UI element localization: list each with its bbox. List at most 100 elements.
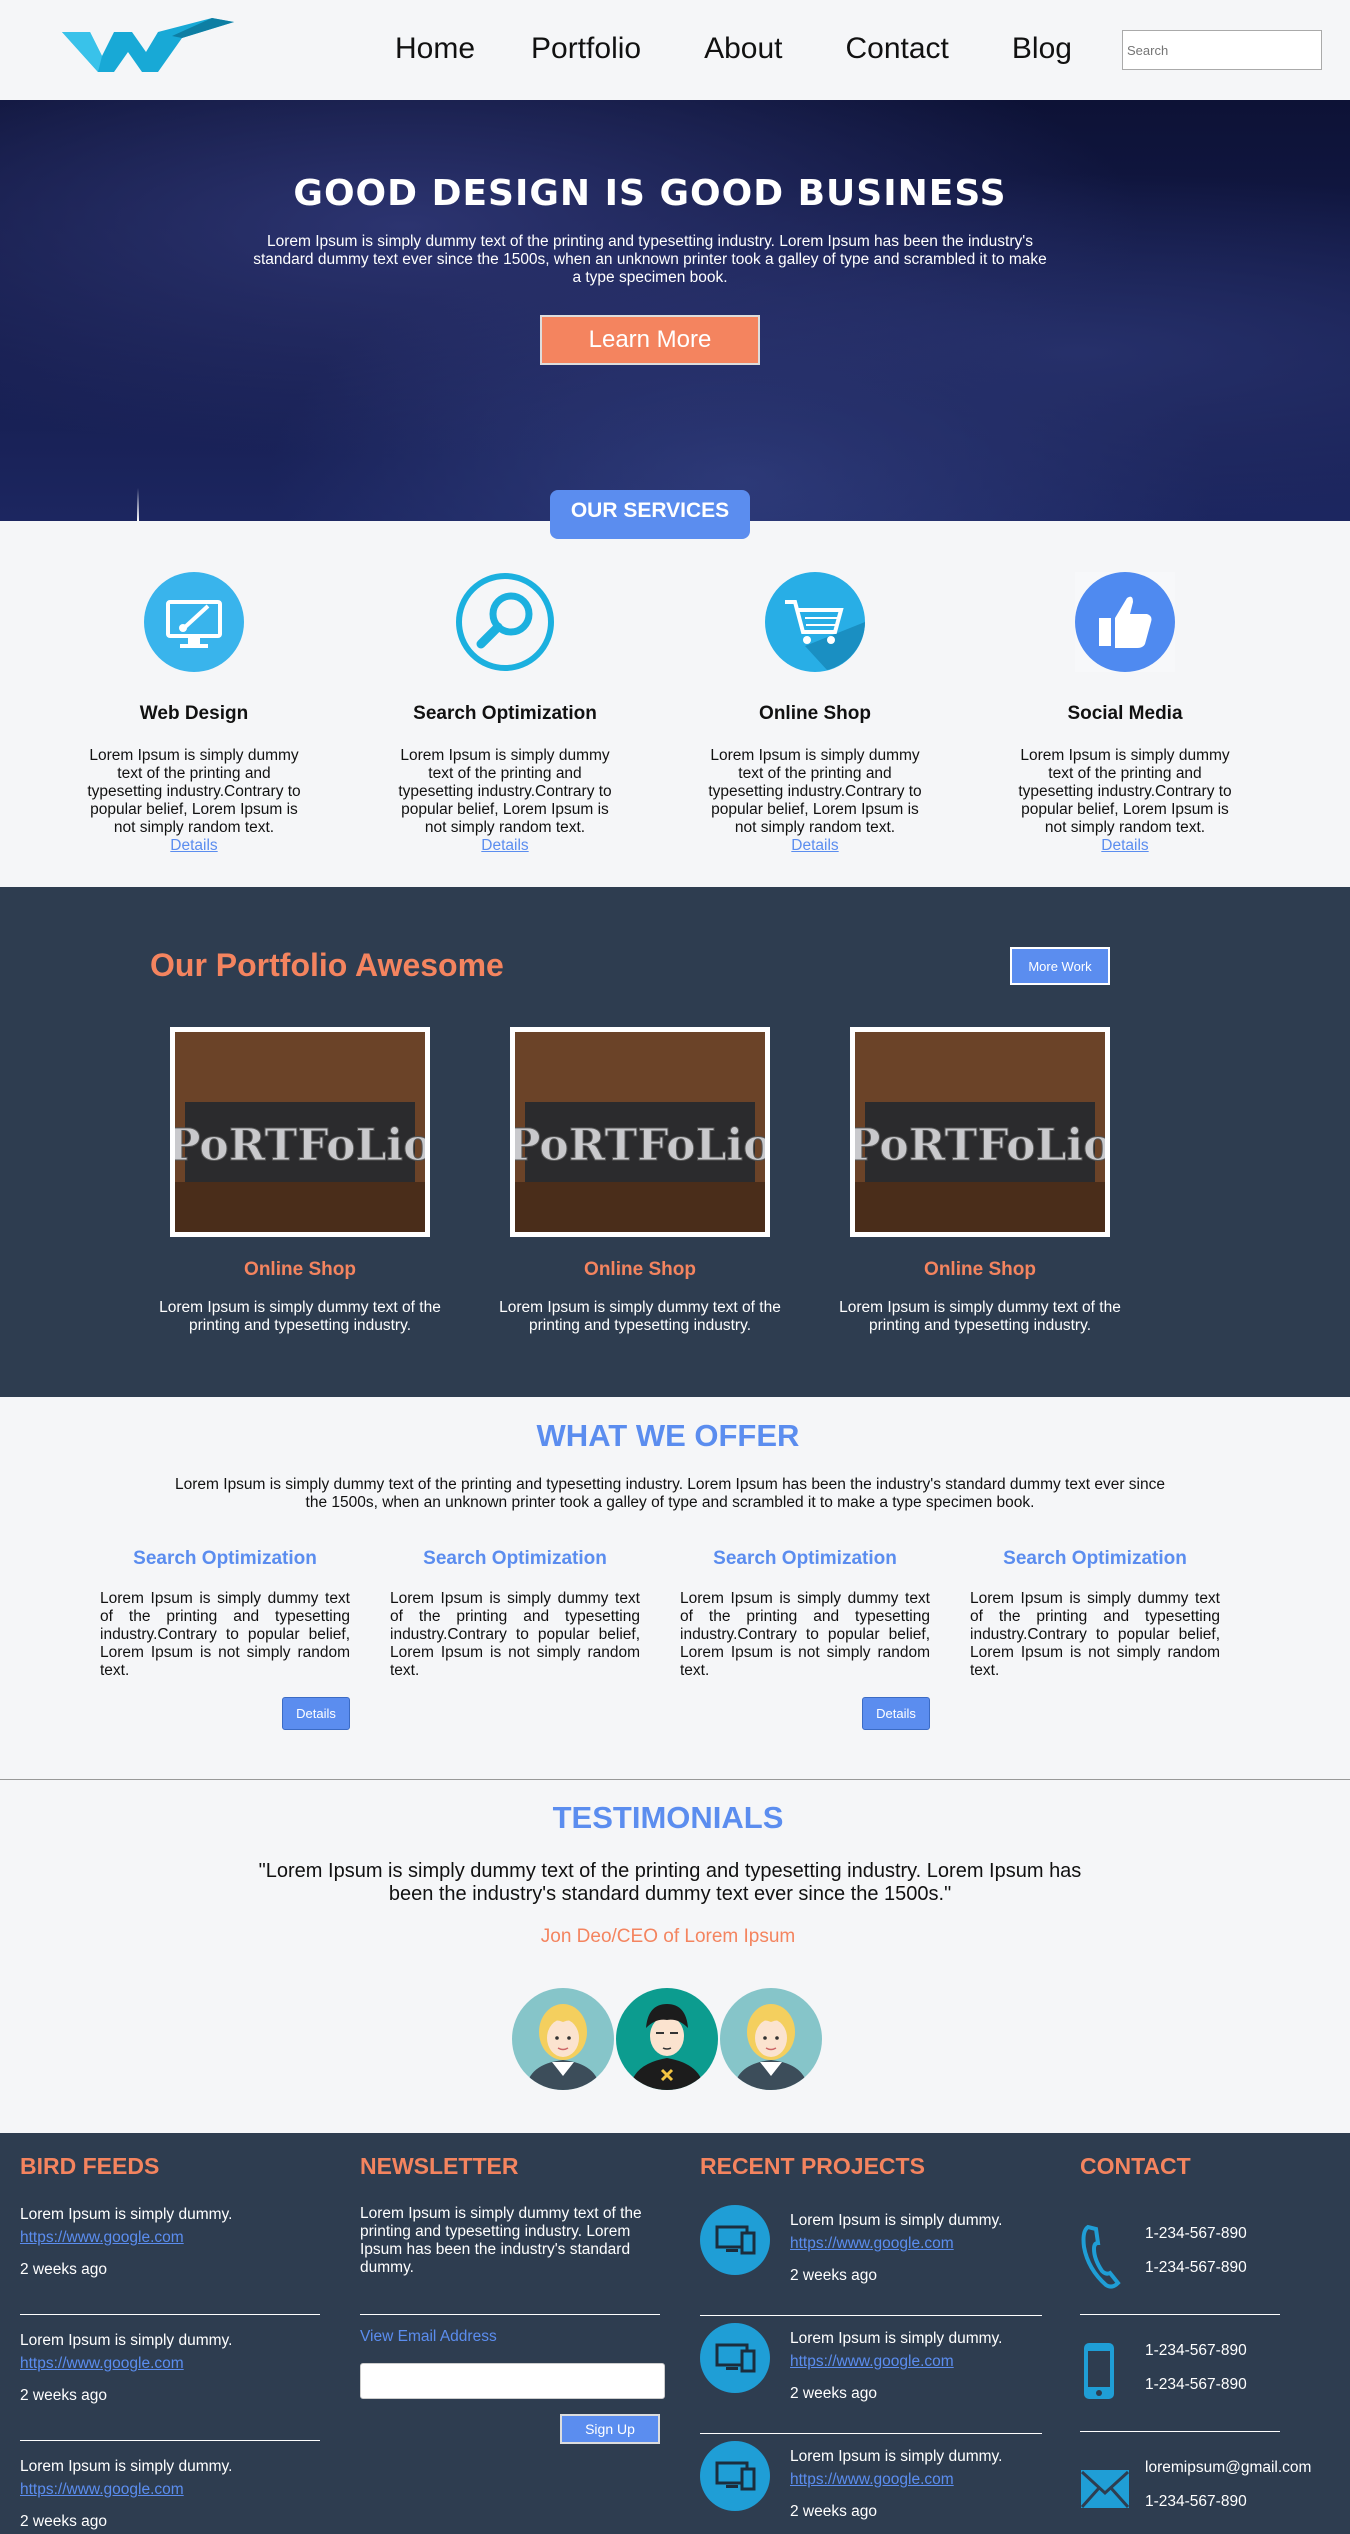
mobile-phone-icon: [1084, 2343, 1114, 2399]
bird-feeds-title: BIRD FEEDS: [20, 2153, 160, 2179]
devices-icon: [700, 2323, 770, 2393]
service-social-media: Social Media Lorem Ipsum is simply dummy…: [1015, 572, 1235, 855]
offer-item-text: Lorem Ipsum is simply dummy text of the …: [970, 1590, 1220, 1679]
contact-email-phone: 1-234-567-890: [1145, 2493, 1247, 2510]
service-details-link[interactable]: Details: [1015, 837, 1235, 855]
project-divider: [700, 2315, 1042, 2316]
portfolio-image-word: PoRTFoLio: [855, 1120, 1105, 1171]
contact-divider: [1080, 2431, 1280, 2432]
feed-time: 2 weeks ago: [20, 2387, 108, 2404]
service-web-design: Web Design Lorem Ipsum is simply dummy t…: [84, 572, 304, 855]
email-field[interactable]: [360, 2363, 665, 2399]
offer-item-title: Search Optimization: [423, 1548, 607, 1569]
service-title: Web Design: [139, 703, 249, 724]
portfolio-name: Online Shop: [924, 1259, 1036, 1280]
devices-icon: [700, 2205, 770, 2275]
portfolio-section: Our Portfolio Awesome More Work PoRTFoLi…: [0, 887, 1350, 1397]
sign-up-button[interactable]: Sign Up: [560, 2414, 660, 2444]
offer-text: Lorem Ipsum is simply dummy text of the …: [175, 1476, 1165, 1511]
portfolio-item: PoRTFoLio Online Shop Lorem Ipsum is sim…: [830, 1027, 1130, 1335]
offer-item-title: Search Optimization: [1003, 1548, 1187, 1569]
portfolio-item: PoRTFoLio Online Shop Lorem Ipsum is sim…: [150, 1027, 450, 1335]
newsletter-text: Lorem Ipsum is simply dummy text of the …: [360, 2205, 642, 2276]
email-label: View Email Address: [360, 2328, 497, 2345]
feed-link[interactable]: https://www.google.com: [20, 2226, 320, 2249]
thumbs-up-icon: [1075, 572, 1175, 672]
brush-monitor-icon: [144, 572, 244, 672]
recent-projects-title: RECENT PROJECTS: [700, 2153, 925, 2179]
envelope-icon: [1080, 2470, 1130, 2509]
portfolio-image-word: PoRTFoLio: [175, 1120, 425, 1171]
dark-hair-man-avatar-icon[interactable]: [616, 1988, 718, 2090]
feed-item: Lorem Ipsum is simply dummy. https://www…: [20, 2455, 320, 2533]
project-divider: [700, 2433, 1042, 2434]
newsletter-divider: [360, 2314, 660, 2315]
service-details-link[interactable]: Details: [84, 837, 304, 855]
contact-title: CONTACT: [1080, 2153, 1191, 2179]
site-footer: BIRD FEEDS Lorem Ipsum is simply dummy. …: [0, 2133, 1350, 2534]
more-work-button[interactable]: More Work: [1010, 947, 1110, 985]
contact-phones: 1-234-567-890 1-234-567-890: [1145, 2225, 1247, 2293]
service-title: Online Shop: [759, 703, 871, 724]
portfolio-image[interactable]: PoRTFoLio: [170, 1027, 430, 1237]
offer-item-text: Lorem Ipsum is simply dummy text of the …: [390, 1590, 640, 1679]
contact-divider: [1080, 2314, 1280, 2315]
portfolio-image[interactable]: PoRTFoLio: [510, 1027, 770, 1237]
blonde-woman-avatar-icon[interactable]: [512, 1988, 614, 2090]
portfolio-image[interactable]: PoRTFoLio: [850, 1027, 1110, 1237]
portfolio-name: Online Shop: [584, 1259, 696, 1280]
project-link[interactable]: https://www.google.com: [790, 2232, 1050, 2255]
portfolio-text: Lorem Ipsum is simply dummy text of the …: [839, 1299, 1121, 1334]
portfolio-title: Our Portfolio Awesome: [150, 947, 504, 983]
contact-email: loremipsum@gmail.com: [1145, 2459, 1312, 2476]
services-heading: OUR SERVICES: [550, 490, 750, 539]
feed-link[interactable]: https://www.google.com: [20, 2352, 320, 2375]
project-text: Lorem Ipsum is simply dummy.: [790, 2212, 1003, 2229]
offer-item: Search Optimization Lorem Ipsum is simpl…: [100, 1548, 350, 1680]
feed-text: Lorem Ipsum is simply dummy.: [20, 2458, 233, 2475]
magnifier-icon: [456, 573, 554, 671]
service-details-link[interactable]: Details: [395, 837, 615, 855]
offer-details-button[interactable]: Details: [862, 1697, 930, 1730]
nav-portfolio[interactable]: Portfolio: [531, 32, 641, 66]
project-item: Lorem Ipsum is simply dummy. https://www…: [790, 2209, 1050, 2287]
devices-icon: [700, 2441, 770, 2511]
feed-link[interactable]: https://www.google.com: [20, 2478, 320, 2501]
project-link[interactable]: https://www.google.com: [790, 2468, 1050, 2491]
service-details-link[interactable]: Details: [705, 837, 925, 855]
feed-text: Lorem Ipsum is simply dummy.: [20, 2332, 233, 2349]
learn-more-button[interactable]: Learn More: [540, 315, 760, 365]
feed-divider: [20, 2440, 320, 2441]
logo-w-icon[interactable]: [62, 18, 237, 74]
search-input[interactable]: [1122, 30, 1322, 70]
feed-text: Lorem Ipsum is simply dummy.: [20, 2206, 233, 2223]
blonde-woman-avatar-icon[interactable]: [720, 1988, 822, 2090]
portfolio-item: PoRTFoLio Online Shop Lorem Ipsum is sim…: [490, 1027, 790, 1335]
service-title: Social Media: [1067, 703, 1183, 724]
nav-blog[interactable]: Blog: [1012, 32, 1072, 66]
feed-time: 2 weeks ago: [20, 2513, 108, 2530]
portfolio-text: Lorem Ipsum is simply dummy text of the …: [499, 1299, 781, 1334]
section-divider: [0, 1779, 1350, 1780]
project-time: 2 weeks ago: [790, 2385, 878, 2402]
mobile-number: 1-234-567-890: [1145, 2342, 1247, 2359]
nav-contact[interactable]: Contact: [846, 32, 949, 66]
service-text: Lorem Ipsum is simply dummy text of the …: [1018, 747, 1232, 836]
hero-text: Lorem Ipsum is simply dummy text of the …: [253, 233, 1047, 286]
offer-item: Search Optimization Lorem Ipsum is simpl…: [390, 1548, 640, 1680]
phone-number: 1-234-567-890: [1145, 2225, 1247, 2242]
newsletter-title: NEWSLETTER: [360, 2153, 519, 2179]
testimonial-quote: "Lorem Ipsum is simply dummy text of the…: [258, 1860, 1082, 1905]
portfolio-text: Lorem Ipsum is simply dummy text of the …: [159, 1299, 441, 1334]
service-text: Lorem Ipsum is simply dummy text of the …: [87, 747, 301, 836]
nav-about[interactable]: About: [704, 32, 782, 66]
project-link[interactable]: https://www.google.com: [790, 2350, 1050, 2373]
contact-mobiles: 1-234-567-890 1-234-567-890: [1145, 2342, 1247, 2410]
project-time: 2 weeks ago: [790, 2267, 878, 2284]
offer-details-button[interactable]: Details: [282, 1697, 350, 1730]
project-item: Lorem Ipsum is simply dummy. https://www…: [790, 2445, 1050, 2523]
nav-home[interactable]: Home: [395, 32, 475, 66]
project-text: Lorem Ipsum is simply dummy.: [790, 2330, 1003, 2347]
hero-light-streak: [137, 488, 139, 521]
testimonial-author: Jon Deo/CEO of Lorem Ipsum: [540, 1926, 796, 1947]
